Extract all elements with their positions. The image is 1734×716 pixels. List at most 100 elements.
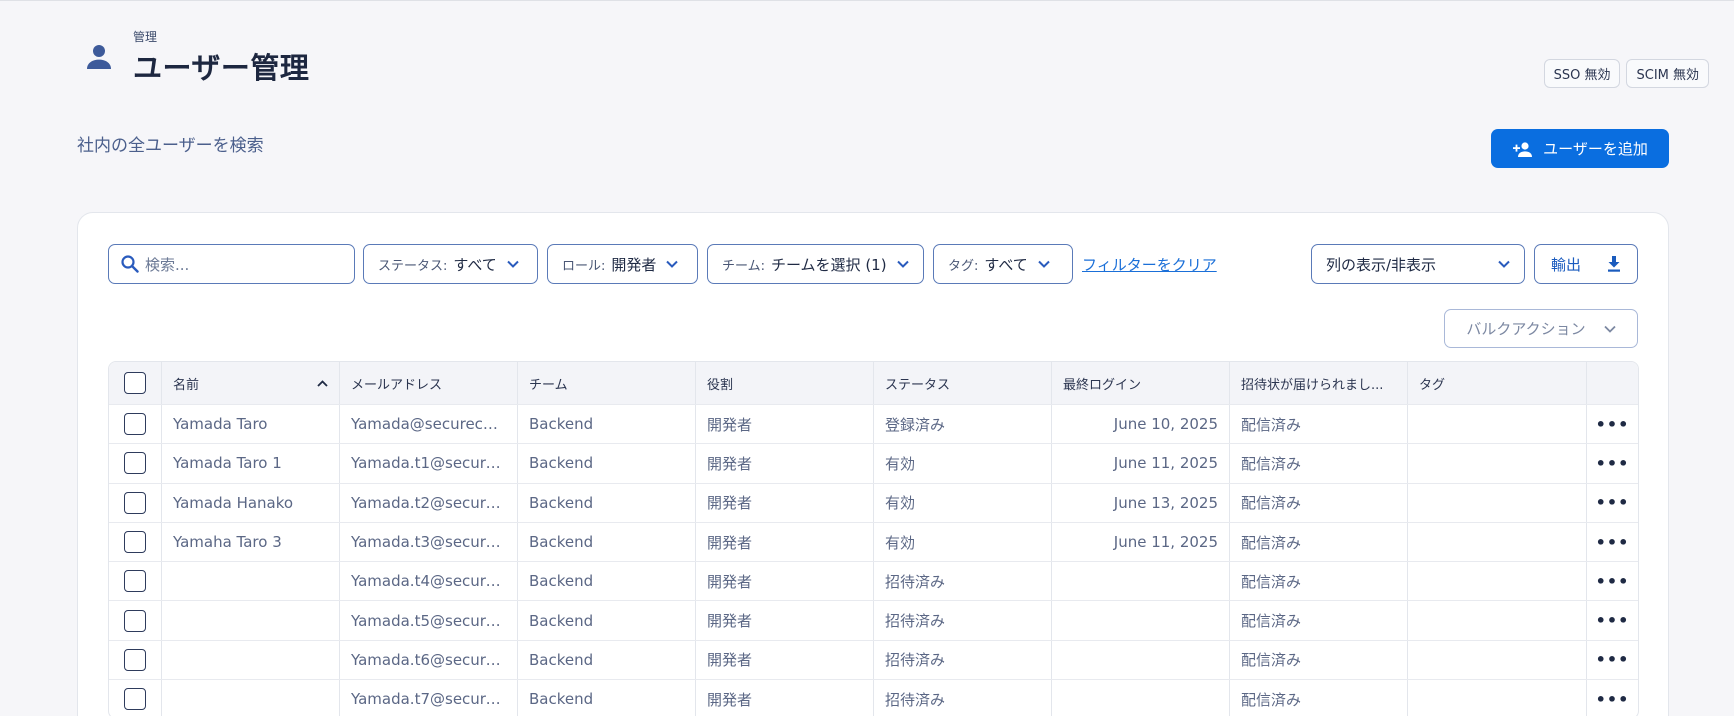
column-visibility-select[interactable]: 列の表示/非表示 xyxy=(1311,244,1525,284)
cell-role: 開発者 xyxy=(695,483,873,522)
table-row[interactable]: Yamaha Taro 3 Yamada.t3@secure... Backen… xyxy=(109,521,1638,562)
table-row[interactable]: Yamada Taro 1 Yamada.t1@securec... Backe… xyxy=(109,443,1638,483)
role-filter[interactable]: ロール: 開発者 xyxy=(547,244,698,284)
cell-email: Yamada@secureco... xyxy=(351,415,506,434)
cell-invite-status: 配信済み xyxy=(1229,640,1407,680)
column-header-name[interactable]: 名前 xyxy=(161,362,339,404)
cell-name: Yamada Taro xyxy=(173,415,268,434)
team-filter[interactable]: チーム: チームを選択 (1) xyxy=(707,244,924,284)
column-header-invite[interactable]: 招待状が届けられまし... xyxy=(1229,362,1407,404)
cell-invite-status: 配信済み xyxy=(1229,444,1407,483)
row-checkbox[interactable] xyxy=(124,413,146,436)
cell-tag xyxy=(1407,522,1586,562)
cell-tag xyxy=(1407,483,1586,522)
chevron-down-icon xyxy=(666,260,679,268)
column-header-team[interactable]: チーム xyxy=(517,362,695,404)
cell-status: 有効 xyxy=(873,483,1051,522)
chevron-down-icon xyxy=(1603,325,1616,333)
table-row[interactable]: Yamada Hanako Yamada.t2@secure... Backen… xyxy=(109,482,1638,522)
cell-team: Backend xyxy=(517,601,695,640)
cell-team: Backend xyxy=(517,405,695,444)
team-filter-value: チームを選択 (1) xyxy=(771,255,887,274)
chevron-down-icon xyxy=(507,260,519,268)
cell-status: 有効 xyxy=(873,522,1051,562)
cell-last-login: June 10, 2025 xyxy=(1051,405,1229,444)
table-header-row: 名前 メールアドレス チーム 役割 ステータス 最終ログイン 招待状が届けられま… xyxy=(109,362,1638,404)
cell-tag xyxy=(1407,444,1586,483)
search-input[interactable]: 検索... xyxy=(108,244,355,284)
row-checkbox[interactable] xyxy=(124,648,146,671)
row-checkbox[interactable] xyxy=(124,688,146,711)
column-header-actions xyxy=(1586,362,1638,404)
select-all-checkbox[interactable] xyxy=(124,372,146,394)
cell-team: Backend xyxy=(517,562,695,601)
cell-last-login xyxy=(1051,601,1229,640)
sort-ascending-icon[interactable] xyxy=(317,379,328,387)
bulk-actions-button[interactable]: バルクアクション xyxy=(1444,309,1638,348)
row-checkbox[interactable] xyxy=(124,570,146,593)
users-card: 検索... ステータス: すべて ロール: 開発者 チーム: チームを選択 (1… xyxy=(77,212,1669,716)
row-menu-icon[interactable]: ••• xyxy=(1596,572,1630,591)
cell-email: Yamada.t5@secure... xyxy=(351,611,506,630)
cell-role: 開発者 xyxy=(695,405,873,444)
cell-status: 登録済み xyxy=(873,405,1051,444)
role-filter-label: ロール: xyxy=(562,258,606,274)
status-filter-value: すべて xyxy=(453,255,497,274)
cell-role: 開発者 xyxy=(695,522,873,562)
row-menu-icon[interactable]: ••• xyxy=(1596,493,1630,512)
row-menu-icon[interactable]: ••• xyxy=(1596,415,1630,434)
table-row[interactable]: Yamada.t5@secure... Backend 開発者 招待済み 配信済… xyxy=(109,600,1638,640)
cell-status: 招待済み xyxy=(873,680,1051,716)
cell-status: 招待済み xyxy=(873,601,1051,640)
add-user-button[interactable]: ユーザーを追加 xyxy=(1491,129,1669,168)
export-button[interactable]: 輸出 xyxy=(1534,244,1638,284)
bulk-actions-label: バルクアクション xyxy=(1466,320,1586,338)
status-filter[interactable]: ステータス: すべて xyxy=(363,244,538,284)
cell-role: 開発者 xyxy=(695,444,873,483)
badge-group: SSO 無効 SCIM 無効 xyxy=(1543,59,1709,88)
status-filter-label: ステータス: xyxy=(378,258,448,274)
row-menu-icon[interactable]: ••• xyxy=(1596,533,1630,552)
column-header-status[interactable]: ステータス xyxy=(873,362,1051,404)
row-checkbox[interactable] xyxy=(124,531,146,554)
tag-filter[interactable]: タグ: すべて xyxy=(933,244,1073,284)
column-header-tag[interactable]: タグ xyxy=(1407,362,1586,404)
cell-role: 開発者 xyxy=(695,680,873,716)
table-row[interactable]: Yamada Taro Yamada@secureco... Backend 開… xyxy=(109,404,1638,444)
download-icon xyxy=(1608,256,1620,272)
cell-status: 招待済み xyxy=(873,562,1051,601)
cell-tag xyxy=(1407,601,1586,640)
cell-invite-status: 配信済み xyxy=(1229,680,1407,716)
cell-name: Yamaha Taro 3 xyxy=(173,533,282,552)
row-menu-icon[interactable]: ••• xyxy=(1596,611,1630,630)
cell-email: Yamada.t1@securec... xyxy=(351,454,506,473)
row-checkbox[interactable] xyxy=(124,609,146,632)
row-checkbox[interactable] xyxy=(124,452,146,475)
cell-email: Yamada.t3@secure... xyxy=(351,533,506,552)
row-menu-icon[interactable]: ••• xyxy=(1596,650,1630,669)
cell-team: Backend xyxy=(517,640,695,680)
chevron-down-icon xyxy=(1038,260,1050,268)
cell-invite-status: 配信済み xyxy=(1229,483,1407,522)
cell-tag xyxy=(1407,680,1586,716)
cell-status: 有効 xyxy=(873,444,1051,483)
cell-team: Backend xyxy=(517,483,695,522)
row-checkbox[interactable] xyxy=(124,491,146,514)
cell-role: 開発者 xyxy=(695,640,873,680)
table-row[interactable]: Yamada.t7@secure... Backend 開発者 招待済み 配信済… xyxy=(109,679,1638,716)
column-header-last-login[interactable]: 最終ログイン xyxy=(1051,362,1229,404)
table-row[interactable]: Yamada.t4@secure... Backend 開発者 招待済み 配信済… xyxy=(109,561,1638,601)
row-menu-icon[interactable]: ••• xyxy=(1596,690,1630,709)
role-filter-value: 開発者 xyxy=(611,255,657,274)
table-row[interactable]: Yamada.t6@secure... Backend 開発者 招待済み 配信済… xyxy=(109,639,1638,680)
row-menu-icon[interactable]: ••• xyxy=(1596,454,1630,473)
clear-filters-link[interactable]: フィルターをクリア xyxy=(1082,254,1217,275)
column-header-role[interactable]: 役割 xyxy=(695,362,873,404)
cell-last-login xyxy=(1051,562,1229,601)
add-user-icon xyxy=(1513,141,1533,157)
cell-team: Backend xyxy=(517,522,695,562)
tag-filter-label: タグ: xyxy=(948,258,979,274)
cell-name: Yamada Hanako xyxy=(173,493,294,512)
breadcrumb[interactable]: 管理 xyxy=(133,28,157,45)
column-header-email[interactable]: メールアドレス xyxy=(339,362,517,404)
